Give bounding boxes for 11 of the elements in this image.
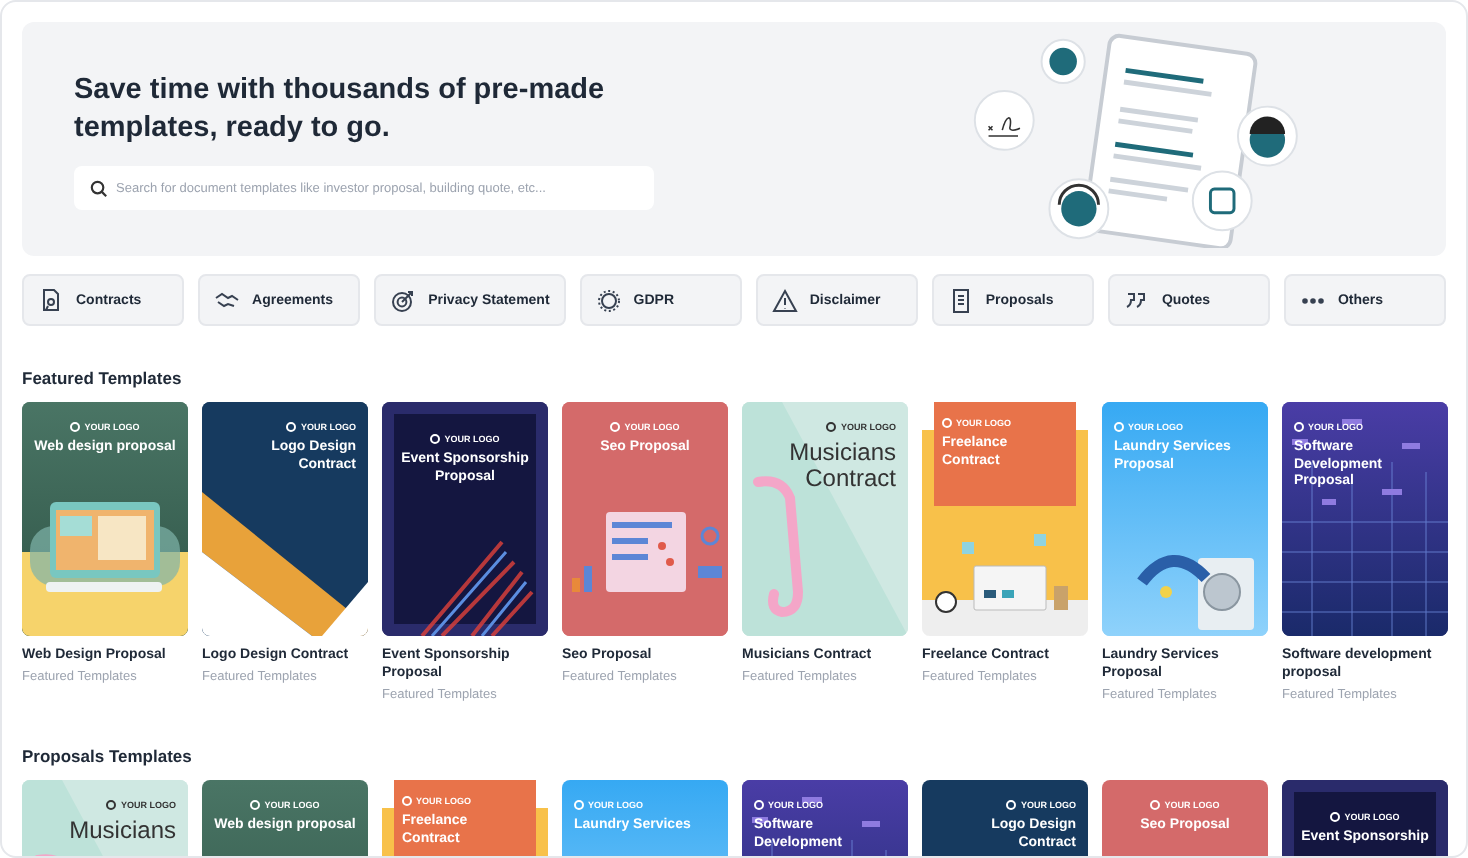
quote-icon xyxy=(1123,287,1150,313)
document-icon xyxy=(947,287,974,313)
thumbnail-heading: Musicians Contract xyxy=(787,440,896,492)
search-icon xyxy=(90,179,108,197)
thumbnail-heading: Musicians xyxy=(69,818,176,844)
section-heading: Proposals Templates xyxy=(22,746,194,766)
section-heading: Featured Templates xyxy=(22,368,184,388)
warning-icon xyxy=(771,287,798,313)
target-icon xyxy=(390,287,417,313)
hero-heading: Save time with thousands of pre-made templates, ready to go. xyxy=(74,72,607,148)
document-icon xyxy=(38,287,64,313)
